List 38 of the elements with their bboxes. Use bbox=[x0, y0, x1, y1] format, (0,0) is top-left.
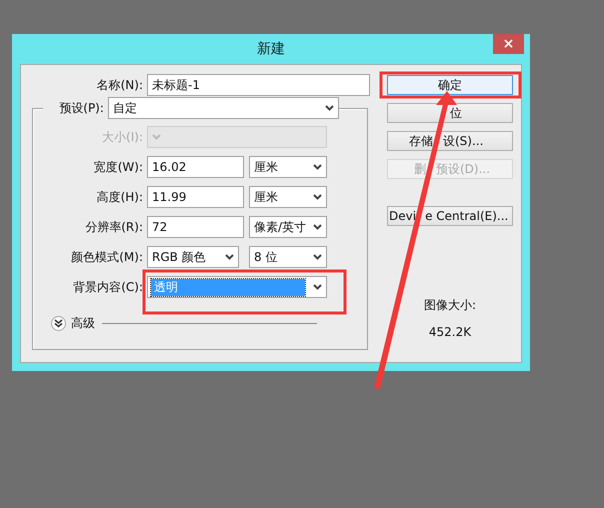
chevron-down-icon bbox=[313, 224, 322, 230]
dialog-button[interactable]: 确定 bbox=[387, 75, 513, 95]
field-label: 颜色模式(M): bbox=[70, 248, 144, 266]
dialog-button[interactable]: 位 bbox=[387, 103, 513, 123]
field-label: 大小(I): bbox=[101, 128, 144, 146]
image-size-label: 图像大小: bbox=[424, 297, 476, 314]
chevron-down-icon bbox=[225, 254, 234, 260]
field-label: 预设(P): bbox=[58, 100, 105, 116]
chevron-down-icon bbox=[152, 134, 161, 140]
input-field[interactable]: 11.99 bbox=[147, 186, 244, 208]
field-label: 高度(H): bbox=[96, 188, 144, 206]
input-field[interactable]: 72 bbox=[147, 216, 244, 238]
chevron-down-icon bbox=[313, 284, 322, 290]
expand-button[interactable] bbox=[51, 316, 66, 330]
field-label: 名称(N): bbox=[96, 76, 144, 94]
chevron-down-icon bbox=[313, 194, 322, 200]
unit-dropdown[interactable]: 厘米 bbox=[249, 186, 327, 208]
field-label: 宽度(W): bbox=[92, 158, 144, 176]
chevron-down-icon bbox=[313, 164, 322, 170]
dropdown[interactable]: RGB 颜色 bbox=[147, 246, 239, 268]
advanced-label: 高级 bbox=[71, 314, 95, 332]
window-title: 新建 bbox=[257, 40, 285, 58]
unit-dropdown[interactable]: 8 位 bbox=[249, 246, 327, 268]
image-size-value: 452.2K bbox=[428, 325, 472, 339]
name-field[interactable]: 未标题-1 bbox=[147, 74, 370, 96]
field-label: 分辨率(R): bbox=[84, 218, 144, 236]
dialog-button[interactable]: 存储 设(S)... bbox=[387, 131, 513, 151]
unit-dropdown[interactable]: 厘米 bbox=[249, 156, 327, 178]
preset-dropdown[interactable]: 自定 bbox=[108, 97, 339, 119]
dialog-button[interactable]: Devi e Central(E)... bbox=[387, 206, 513, 226]
chevron-down-icon bbox=[325, 105, 334, 111]
field-label: 背景内容(C): bbox=[72, 278, 144, 296]
chevron-down-icon bbox=[313, 254, 322, 260]
double-chevron-down-icon bbox=[54, 318, 63, 328]
close-button[interactable]: × bbox=[493, 34, 524, 54]
input-field[interactable]: 16.02 bbox=[147, 156, 244, 178]
selected-option: 透明 bbox=[151, 278, 305, 296]
unit-dropdown[interactable]: 像素/英寸 bbox=[249, 216, 327, 238]
